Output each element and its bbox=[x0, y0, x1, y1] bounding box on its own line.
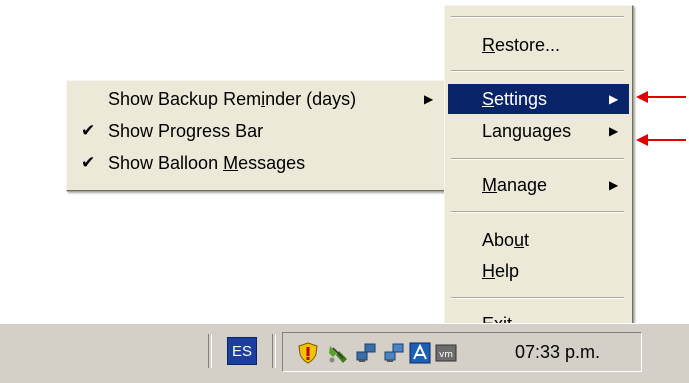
submenu-label-mnemonic: M bbox=[223, 153, 239, 173]
taskbar: ES vm 07:33 p.m. bbox=[0, 323, 689, 383]
submenu-label-pre: Show Backup Rem bbox=[108, 89, 262, 109]
menu-separator bbox=[451, 70, 624, 72]
submenu-item-show-balloon-messages[interactable]: ✔ Show Balloon Messages bbox=[67, 148, 446, 178]
toolbar-grip[interactable] bbox=[208, 334, 212, 368]
submenu-arrow-icon: ▶ bbox=[609, 124, 619, 138]
annotation-arrow-icon bbox=[636, 91, 686, 103]
menu-label-rest: elp bbox=[495, 261, 520, 281]
menu-label-rest: estore... bbox=[495, 35, 561, 55]
submenu-item-show-progress-bar[interactable]: ✔ Show Progress Bar bbox=[67, 116, 446, 146]
menu-item-about[interactable]: About bbox=[448, 225, 629, 255]
menu-label-pre: Abo bbox=[482, 230, 515, 250]
vmware-icon[interactable]: vm bbox=[435, 342, 457, 364]
network-computers-icon[interactable] bbox=[383, 342, 405, 364]
submenu-label-pre: Show Balloon bbox=[108, 153, 224, 173]
submenu-label-rest: ress Bar bbox=[196, 121, 264, 141]
menu-label-rest: t bbox=[524, 230, 530, 250]
menu-item-languages[interactable]: Languages ▶ bbox=[448, 116, 629, 146]
menu-separator bbox=[451, 158, 624, 160]
menu-label-rest: ettings bbox=[494, 89, 548, 109]
menu-label-rest: anage bbox=[497, 175, 548, 195]
menu-label-mnemonic: R bbox=[482, 35, 495, 55]
checkmark-icon: ✔ bbox=[81, 153, 96, 172]
security-shield-icon[interactable] bbox=[297, 342, 319, 364]
tray-context-menu: Restore... Settings ▶ Languages ▶ Manage… bbox=[444, 5, 633, 347]
menu-item-manage[interactable]: Manage ▶ bbox=[448, 170, 629, 200]
menu-item-help[interactable]: Help bbox=[448, 256, 629, 286]
menu-label-mnemonic: S bbox=[482, 89, 495, 109]
menu-label-mnemonic: M bbox=[482, 175, 497, 195]
checkmark-icon: ✔ bbox=[81, 121, 96, 140]
menu-label-mnemonic: H bbox=[482, 261, 495, 281]
menu-item-restore[interactable]: Restore... bbox=[448, 30, 629, 60]
menu-separator bbox=[451, 16, 624, 18]
submenu-label-rest: nder (days) bbox=[265, 89, 357, 109]
clock[interactable]: 07:33 p.m. bbox=[515, 340, 600, 364]
submenu-arrow-icon: ▶ bbox=[609, 178, 619, 192]
system-tray: vm 07:33 p.m. bbox=[282, 332, 642, 372]
language-indicator[interactable]: ES bbox=[227, 337, 257, 365]
submenu-label-rest: essages bbox=[238, 153, 306, 173]
menu-label: Languages bbox=[482, 121, 572, 141]
menu-item-settings[interactable]: Settings ▶ bbox=[448, 84, 629, 114]
annotation-arrow-icon bbox=[636, 134, 686, 146]
network-plug-icon[interactable] bbox=[327, 342, 349, 364]
submenu-label-pre: Show Pro bbox=[108, 121, 187, 141]
submenu-item-show-backup-reminder[interactable]: Show Backup Reminder (days) ▶ bbox=[67, 84, 446, 114]
submenu-arrow-icon: ▶ bbox=[609, 92, 619, 106]
app-blue-icon[interactable] bbox=[409, 342, 431, 364]
menu-label-mnemonic: u bbox=[514, 230, 525, 250]
toolbar-grip[interactable] bbox=[272, 334, 276, 368]
svg-text:vm: vm bbox=[439, 350, 453, 360]
network-computers-icon[interactable] bbox=[355, 342, 377, 364]
settings-submenu: Show Backup Reminder (days) ▶ ✔ Show Pro… bbox=[66, 80, 447, 191]
menu-separator bbox=[451, 211, 624, 213]
submenu-label-mnemonic: g bbox=[186, 121, 197, 141]
menu-separator bbox=[451, 297, 624, 299]
submenu-arrow-icon: ▶ bbox=[424, 92, 434, 106]
